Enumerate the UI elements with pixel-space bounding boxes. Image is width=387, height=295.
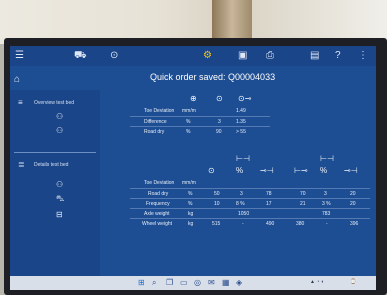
overview-icon[interactable]: ≡ xyxy=(18,98,23,107)
folder-icon[interactable]: ▭ xyxy=(180,278,188,287)
row-separator xyxy=(130,198,370,199)
row-label: Difference xyxy=(144,119,167,125)
value: 3 xyxy=(240,191,243,197)
row-separator xyxy=(130,188,370,189)
wheel-icon[interactable]: ⊙ xyxy=(110,50,118,62)
gear-icon[interactable]: ⚙ xyxy=(203,50,212,62)
unit: % xyxy=(186,129,191,135)
axle-icon: ⚇ xyxy=(56,112,64,121)
settings-icon[interactable]: ⋮ xyxy=(358,50,368,62)
store-icon[interactable]: ▦ xyxy=(222,278,230,287)
app-screen: ☰ ⛟ ⊙ ⚙ ▣ ⎙ ▤ ? ⋮ ⌂ Quick order saved: Q… xyxy=(10,46,376,276)
start-icon[interactable]: ⊞ xyxy=(138,278,145,287)
details-icon[interactable]: ≣ xyxy=(18,160,25,169)
value: - xyxy=(242,221,244,227)
unit: % xyxy=(186,119,191,125)
row-separator xyxy=(130,126,270,127)
screen-icon[interactable]: ▣ xyxy=(238,50,247,62)
value: 1.35 xyxy=(236,119,246,125)
value: 1.49 xyxy=(236,108,246,114)
value: 783 xyxy=(322,211,331,217)
network-icon[interactable]: ▲ ◔ ◖ xyxy=(310,279,324,285)
row-label: Road dry xyxy=(144,129,165,135)
value: 1050 xyxy=(238,211,250,217)
row-label: Wheel weight xyxy=(142,221,173,227)
row-separator xyxy=(130,218,370,219)
value: 515 xyxy=(212,221,221,227)
unit: kg xyxy=(188,211,194,217)
percent-icon: % xyxy=(320,166,328,175)
value: 380 xyxy=(296,221,305,227)
browser-icon[interactable]: ◎ xyxy=(194,278,201,287)
value: 490 xyxy=(266,221,275,227)
unit: % xyxy=(188,191,193,197)
value: 78 xyxy=(266,191,272,197)
wheel-position-icon: ⊕ xyxy=(190,94,197,103)
percent-icon: % xyxy=(236,166,244,175)
value: 17 xyxy=(266,201,272,207)
clock-icon[interactable]: ⌚ xyxy=(350,279,356,285)
wheel-front-left-icon: ⊙ xyxy=(208,166,215,175)
toe-deviation-label: Toe Deviation xyxy=(144,108,175,114)
home-icon[interactable]: ⌂ xyxy=(14,74,20,85)
value: 90 xyxy=(216,129,222,135)
axle-icon: ⚇ xyxy=(56,180,64,189)
car-side-icon: ⛍ xyxy=(56,194,65,203)
track-width-icon: ⊢⊣ xyxy=(320,154,334,163)
app-icon[interactable]: ◈ xyxy=(236,278,242,287)
value: 3 % xyxy=(322,201,331,207)
row-label: Frequency xyxy=(146,201,170,207)
windows-taskbar: ⊞ ⌕ ❐ ▭ ◎ ✉ ▦ ◈ ▲ ◔ ◖ ⌚ xyxy=(10,276,376,290)
row-label: Road dry xyxy=(148,191,169,197)
value: 50 xyxy=(214,191,220,197)
wheel-position-icon: ⊙⊸ xyxy=(238,94,252,103)
wheel-rear-right-icon: ⊸⊣ xyxy=(344,166,358,175)
wheel-front-right-icon: ⊸⊣ xyxy=(260,166,274,175)
value: 20 xyxy=(350,191,356,197)
unit: mm/m xyxy=(182,180,196,186)
value: 21 xyxy=(300,201,306,207)
print-icon[interactable]: ⎙ xyxy=(266,50,274,62)
sidebar: ≡ Overview test bed ⚇ ⚇ ≣ Details test b… xyxy=(10,90,100,276)
help-icon[interactable]: ? xyxy=(335,50,341,62)
search-icon[interactable]: ⌕ xyxy=(152,278,156,288)
row-separator xyxy=(130,208,370,209)
value: 20 xyxy=(350,201,356,207)
axle-icon: ⚇ xyxy=(56,126,64,135)
row-label: Axle weight xyxy=(144,211,170,217)
save-icon[interactable]: ▤ xyxy=(310,50,319,62)
page-title: Quick order saved: Q00004033 xyxy=(150,72,276,82)
mail-icon[interactable]: ✉ xyxy=(208,278,215,287)
unit: mm/m xyxy=(182,108,196,114)
value: 70 xyxy=(300,191,306,197)
top-toolbar: ☰ ⛟ ⊙ ⚙ ▣ ⎙ ▤ ? ⋮ xyxy=(10,46,376,66)
task-view-icon[interactable]: ❐ xyxy=(166,278,173,287)
value: - xyxy=(326,221,328,227)
wheel-position-icon: ⊙ xyxy=(216,94,223,103)
row-separator xyxy=(130,116,270,117)
menu-icon[interactable]: ☰ xyxy=(15,50,24,62)
unit: kg xyxy=(188,221,194,227)
lock-icon: ⊟ xyxy=(56,210,63,219)
unit: % xyxy=(188,201,193,207)
sidebar-item-overview[interactable]: Overview test bed xyxy=(34,100,74,106)
track-width-icon: ⊢⊣ xyxy=(236,154,250,163)
value: 3 xyxy=(324,191,327,197)
value: 8 % xyxy=(236,201,245,207)
divider xyxy=(14,152,96,153)
value: > 55 xyxy=(236,129,246,135)
value: 10 xyxy=(214,201,220,207)
sidebar-item-details[interactable]: Details test bed xyxy=(34,162,68,168)
toe-deviation-label: Toe Deviation xyxy=(144,180,175,186)
car-icon[interactable]: ⛟ xyxy=(74,50,87,62)
value: 396 xyxy=(350,221,359,227)
value: 3 xyxy=(218,119,221,125)
wheel-rear-left-icon: ⊢⊸ xyxy=(294,166,308,175)
